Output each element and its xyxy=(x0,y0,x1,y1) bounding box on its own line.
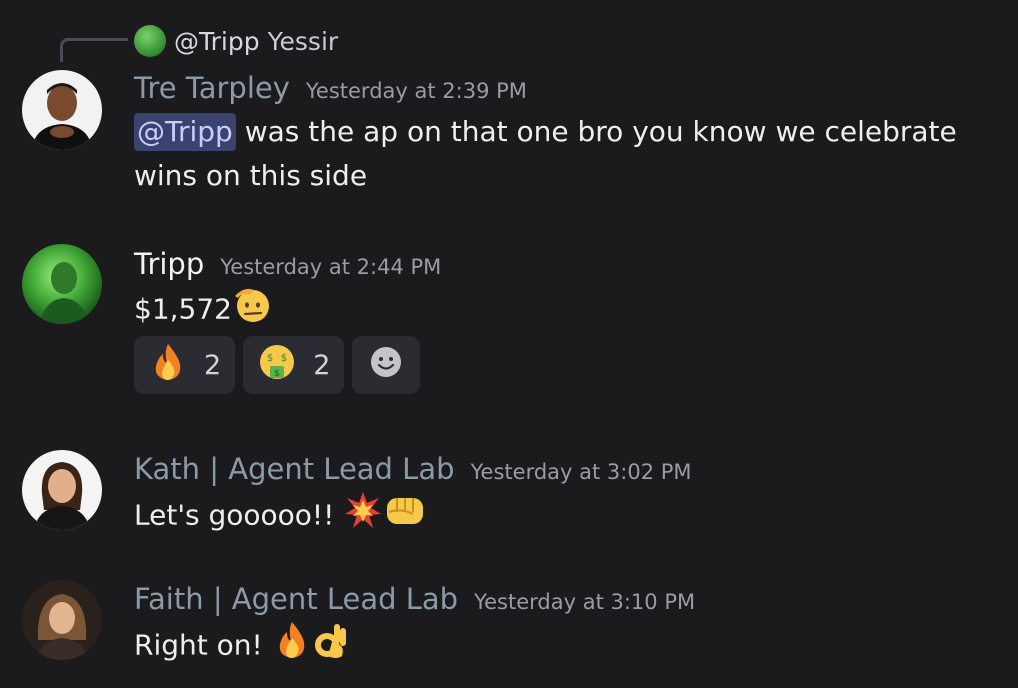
author-name[interactable]: Kath | Agent Lead Lab xyxy=(134,451,455,487)
user-mention[interactable]: @Tripp xyxy=(134,113,236,151)
svg-text:$: $ xyxy=(274,369,280,379)
message-text: Right on! xyxy=(134,628,263,662)
avatar[interactable] xyxy=(22,450,102,530)
reply-text: Yessir xyxy=(267,26,339,56)
author-name[interactable]: Tre Tarpley xyxy=(134,70,290,106)
message-content: Right on! xyxy=(134,620,352,673)
message-content: @Tripp was the ap on that one bro you kn… xyxy=(134,110,957,154)
svg-text:$: $ xyxy=(281,353,287,364)
timestamp: Yesterday at 3:02 PM xyxy=(470,460,692,484)
money-mouth-face-icon: $ $ $ xyxy=(257,342,297,389)
fire-icon xyxy=(272,620,312,673)
author-name[interactable]: Tripp xyxy=(134,246,204,282)
message-content: Let's gooooo!! xyxy=(134,490,427,543)
reply-connector xyxy=(60,38,128,62)
avatar[interactable] xyxy=(22,580,102,660)
message-text: $1,572 xyxy=(134,292,232,326)
author-name[interactable]: Faith | Agent Lead Lab xyxy=(134,581,458,617)
reaction-count: 2 xyxy=(313,349,331,381)
reply-reference[interactable]: @Tripp Yessir xyxy=(134,24,338,58)
reaction-count: 2 xyxy=(204,349,222,381)
reaction-fire[interactable]: 2 xyxy=(134,336,236,394)
reply-avatar xyxy=(134,25,166,57)
chat-message-list: @Tripp Yessir Tre Tarpley Yesterday at 2… xyxy=(0,0,1018,688)
reply-author[interactable]: @Tripp xyxy=(174,27,260,56)
timestamp: Yesterday at 2:44 PM xyxy=(220,255,442,279)
add-reaction-button[interactable] xyxy=(352,336,421,394)
message-content-continued: wins on this side xyxy=(134,159,368,192)
reaction-money-mouth[interactable]: $ $ $ 2 xyxy=(243,336,345,394)
oncoming-fist-icon xyxy=(383,490,427,543)
svg-text:$: $ xyxy=(267,353,273,364)
collision-icon xyxy=(343,490,383,543)
message-text: was the ap on that one bro you know we c… xyxy=(235,115,957,148)
message-content: $1,572 xyxy=(134,284,272,337)
timestamp: Yesterday at 3:10 PM xyxy=(474,590,696,614)
avatar[interactable] xyxy=(22,244,102,324)
avatar[interactable] xyxy=(22,70,102,150)
message-text: Let's gooooo!! xyxy=(134,498,335,532)
reaction-bar: 2 $ $ $ 2 xyxy=(134,336,421,394)
timestamp: Yesterday at 2:39 PM xyxy=(305,79,527,103)
saluting-face-icon xyxy=(232,284,272,337)
add-reaction-icon xyxy=(368,344,404,387)
ok-hand-icon xyxy=(312,620,352,673)
fire-icon xyxy=(148,342,188,389)
